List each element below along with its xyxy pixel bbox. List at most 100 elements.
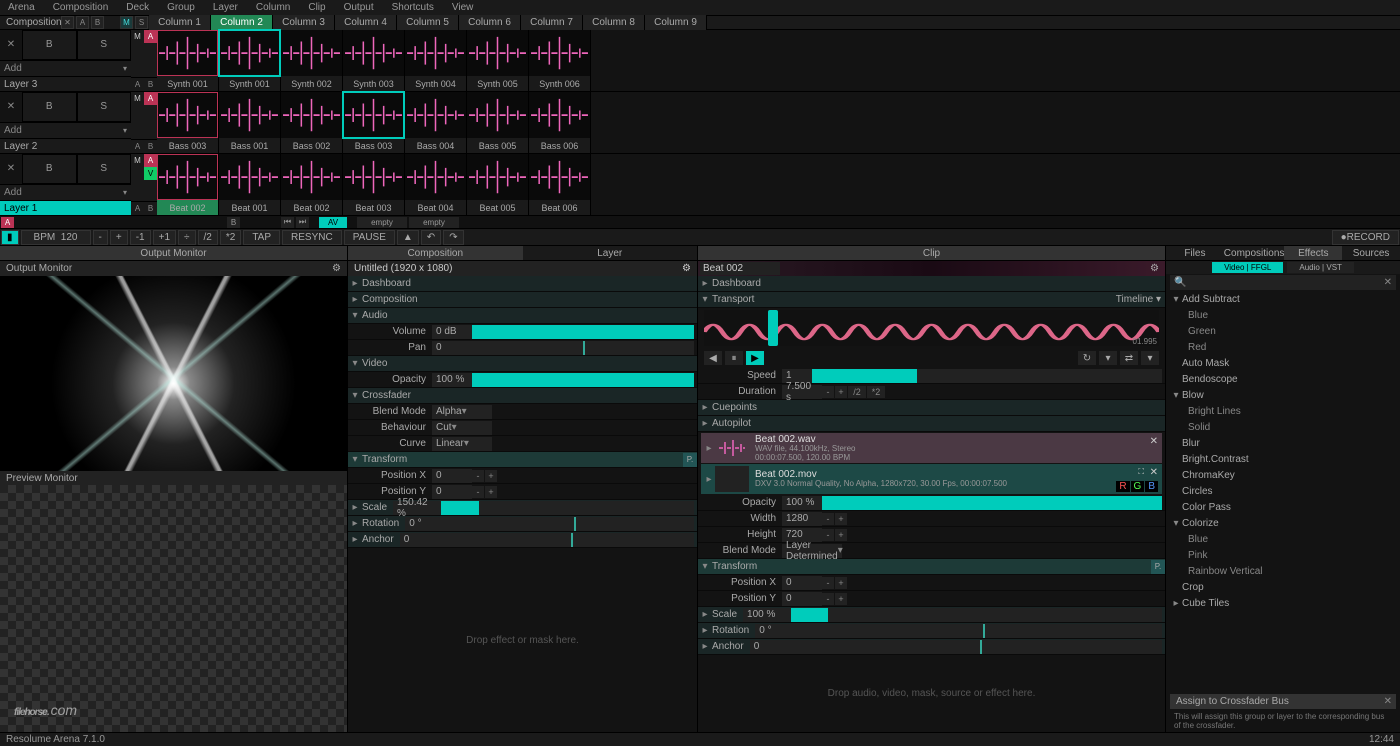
a-toggle[interactable]: A xyxy=(144,92,157,105)
expand-icon[interactable]: ▸ xyxy=(348,502,362,513)
pause-button[interactable]: ⏸ xyxy=(725,351,743,365)
toolbar-op[interactable]: -1 xyxy=(130,230,151,245)
toolbar-op[interactable]: PAUSE xyxy=(344,230,395,245)
column-header[interactable]: Column 6 xyxy=(459,15,521,30)
effect-item[interactable]: Color Pass xyxy=(1170,499,1396,515)
clip-drop-zone[interactable]: Drop audio, video, mask, source or effec… xyxy=(698,655,1165,732)
expand-icon[interactable]: ▸ xyxy=(698,625,712,636)
duration-value[interactable]: 7.500 s xyxy=(782,385,822,399)
column-header[interactable]: Column 1 xyxy=(149,15,211,30)
a-toggle[interactable]: A xyxy=(144,154,157,167)
expand-icon[interactable]: ▸ xyxy=(698,402,712,413)
effect-item[interactable]: ▾Blow xyxy=(1170,387,1396,403)
effect-preset[interactable]: Rainbow Vertical xyxy=(1170,563,1396,579)
effect-preset[interactable]: Green xyxy=(1170,323,1396,339)
tab-files[interactable]: Files xyxy=(1166,246,1224,260)
menu-layer[interactable]: Layer xyxy=(213,2,238,13)
toolbar-op[interactable]: + xyxy=(110,230,128,245)
undo-button[interactable]: ↶ xyxy=(421,230,441,245)
output-monitor-tab[interactable]: Output Monitor xyxy=(0,246,347,260)
layer-add[interactable]: Add xyxy=(0,60,131,77)
v-toggle[interactable] xyxy=(144,105,157,118)
comp-s[interactable]: S xyxy=(135,16,148,29)
expand-icon[interactable]: ▸ xyxy=(348,534,362,545)
comp-m[interactable]: M xyxy=(120,16,133,29)
toolbar-op[interactable]: - xyxy=(93,230,108,245)
assign-crossfader[interactable]: Assign to Crossfader Bus✕ xyxy=(1170,694,1396,709)
effect-preset[interactable]: Blue xyxy=(1170,307,1396,323)
composition-tab[interactable]: Composition xyxy=(348,246,523,260)
toolbar-op[interactable]: RESYNC xyxy=(282,230,342,245)
toolbar-op[interactable]: +1 xyxy=(153,230,176,245)
preset-icon[interactable]: P. xyxy=(683,453,697,467)
clip-cell[interactable]: Beat 002 xyxy=(281,154,343,215)
tab-compositions[interactable]: Compositions xyxy=(1224,246,1285,260)
play-button[interactable]: ▶ xyxy=(746,351,764,365)
clip-cell[interactable]: Bass 004 xyxy=(405,92,467,153)
clip-cell[interactable]: Beat 005 xyxy=(467,154,529,215)
gear-icon[interactable]: ⚙ xyxy=(332,263,341,274)
menu-shortcuts[interactable]: Shortcuts xyxy=(392,2,434,13)
effect-preset[interactable]: Bright Lines xyxy=(1170,403,1396,419)
clip-cell[interactable]: Synth 005 xyxy=(467,30,529,91)
effect-preset[interactable]: Blue xyxy=(1170,531,1396,547)
menu-deck[interactable]: Deck xyxy=(126,2,149,13)
menu-output[interactable]: Output xyxy=(344,2,374,13)
badge-b1[interactable]: B xyxy=(227,217,240,228)
effect-item[interactable]: ▾Add Subtract xyxy=(1170,291,1396,307)
column-header[interactable]: Column 8 xyxy=(583,15,645,30)
layer-s-button[interactable]: S xyxy=(77,154,132,184)
effect-item[interactable]: Blur xyxy=(1170,435,1396,451)
menu-composition[interactable]: Composition xyxy=(53,2,109,13)
column-header[interactable]: Column 7 xyxy=(521,15,583,30)
close-icon[interactable]: ✕ xyxy=(1150,436,1158,447)
clip-cell[interactable]: Synth 006 xyxy=(529,30,591,91)
m-toggle[interactable]: M xyxy=(131,154,144,167)
subtab[interactable]: Audio | VST xyxy=(1287,262,1354,273)
clip-tab[interactable]: Clip xyxy=(698,246,1165,260)
clip-cell[interactable]: Bass 002 xyxy=(281,92,343,153)
expand-icon[interactable]: ▾ xyxy=(348,310,362,321)
tab-effects[interactable]: Effects xyxy=(1284,246,1342,260)
layer-close[interactable]: ✕ xyxy=(0,154,22,184)
clip-cell[interactable]: Beat 003 xyxy=(343,154,405,215)
effect-item[interactable]: Bright.Contrast xyxy=(1170,451,1396,467)
expand-icon[interactable]: ▾ xyxy=(698,561,712,572)
m-toggle[interactable]: M xyxy=(131,30,144,43)
layer-add[interactable]: Add xyxy=(0,184,131,201)
close-icon[interactable]: ✕ xyxy=(1384,696,1392,707)
clip-cell[interactable]: Bass 001 xyxy=(219,92,281,153)
toolbar-op[interactable]: TAP xyxy=(243,230,280,245)
output-monitor-view[interactable] xyxy=(0,276,347,471)
play-reverse-button[interactable]: ◀ xyxy=(704,351,722,365)
preset-icon[interactable]: P. xyxy=(1151,560,1165,574)
preview-monitor-view[interactable]: filehorse.com xyxy=(0,485,347,732)
speed-slider[interactable] xyxy=(812,369,1162,383)
badge-a[interactable]: A xyxy=(1,217,14,228)
effects-search[interactable]: 🔍 ✕ xyxy=(1170,275,1396,290)
expand-icon[interactable]: ▸ xyxy=(698,278,712,289)
clip-cell[interactable]: Bass 006 xyxy=(529,92,591,153)
effect-item[interactable]: ChromaKey xyxy=(1170,467,1396,483)
av-toggle[interactable]: AV xyxy=(319,217,347,228)
comp-a[interactable]: A xyxy=(76,16,89,29)
menu-group[interactable]: Group xyxy=(167,2,195,13)
menu-clip[interactable]: Clip xyxy=(308,2,325,13)
column-header[interactable]: Column 4 xyxy=(335,15,397,30)
bpm-display[interactable]: BPM 120 xyxy=(21,230,91,245)
expand-icon[interactable]: ▸ xyxy=(698,609,712,620)
menu-arena[interactable]: Arena xyxy=(8,2,35,13)
effect-preset[interactable]: Solid xyxy=(1170,419,1396,435)
expand-icon[interactable]: ▾ xyxy=(348,454,362,465)
pingpong-button[interactable]: ⇄ xyxy=(1120,351,1138,365)
clip-name-input[interactable] xyxy=(700,262,780,275)
gear-icon[interactable]: ⚙ xyxy=(1150,263,1159,274)
layer-close[interactable]: ✕ xyxy=(0,30,22,60)
dur-half[interactable]: /2 xyxy=(848,386,866,398)
expand-icon[interactable]: ▸ xyxy=(348,294,362,305)
clear-search[interactable]: ✕ xyxy=(1384,277,1392,288)
v-toggle[interactable] xyxy=(144,43,157,56)
pingpong-dd[interactable]: ▾ xyxy=(1141,351,1159,365)
subtab[interactable]: Video | FFGL xyxy=(1212,262,1283,273)
loop-button[interactable]: ↻ xyxy=(1078,351,1096,365)
